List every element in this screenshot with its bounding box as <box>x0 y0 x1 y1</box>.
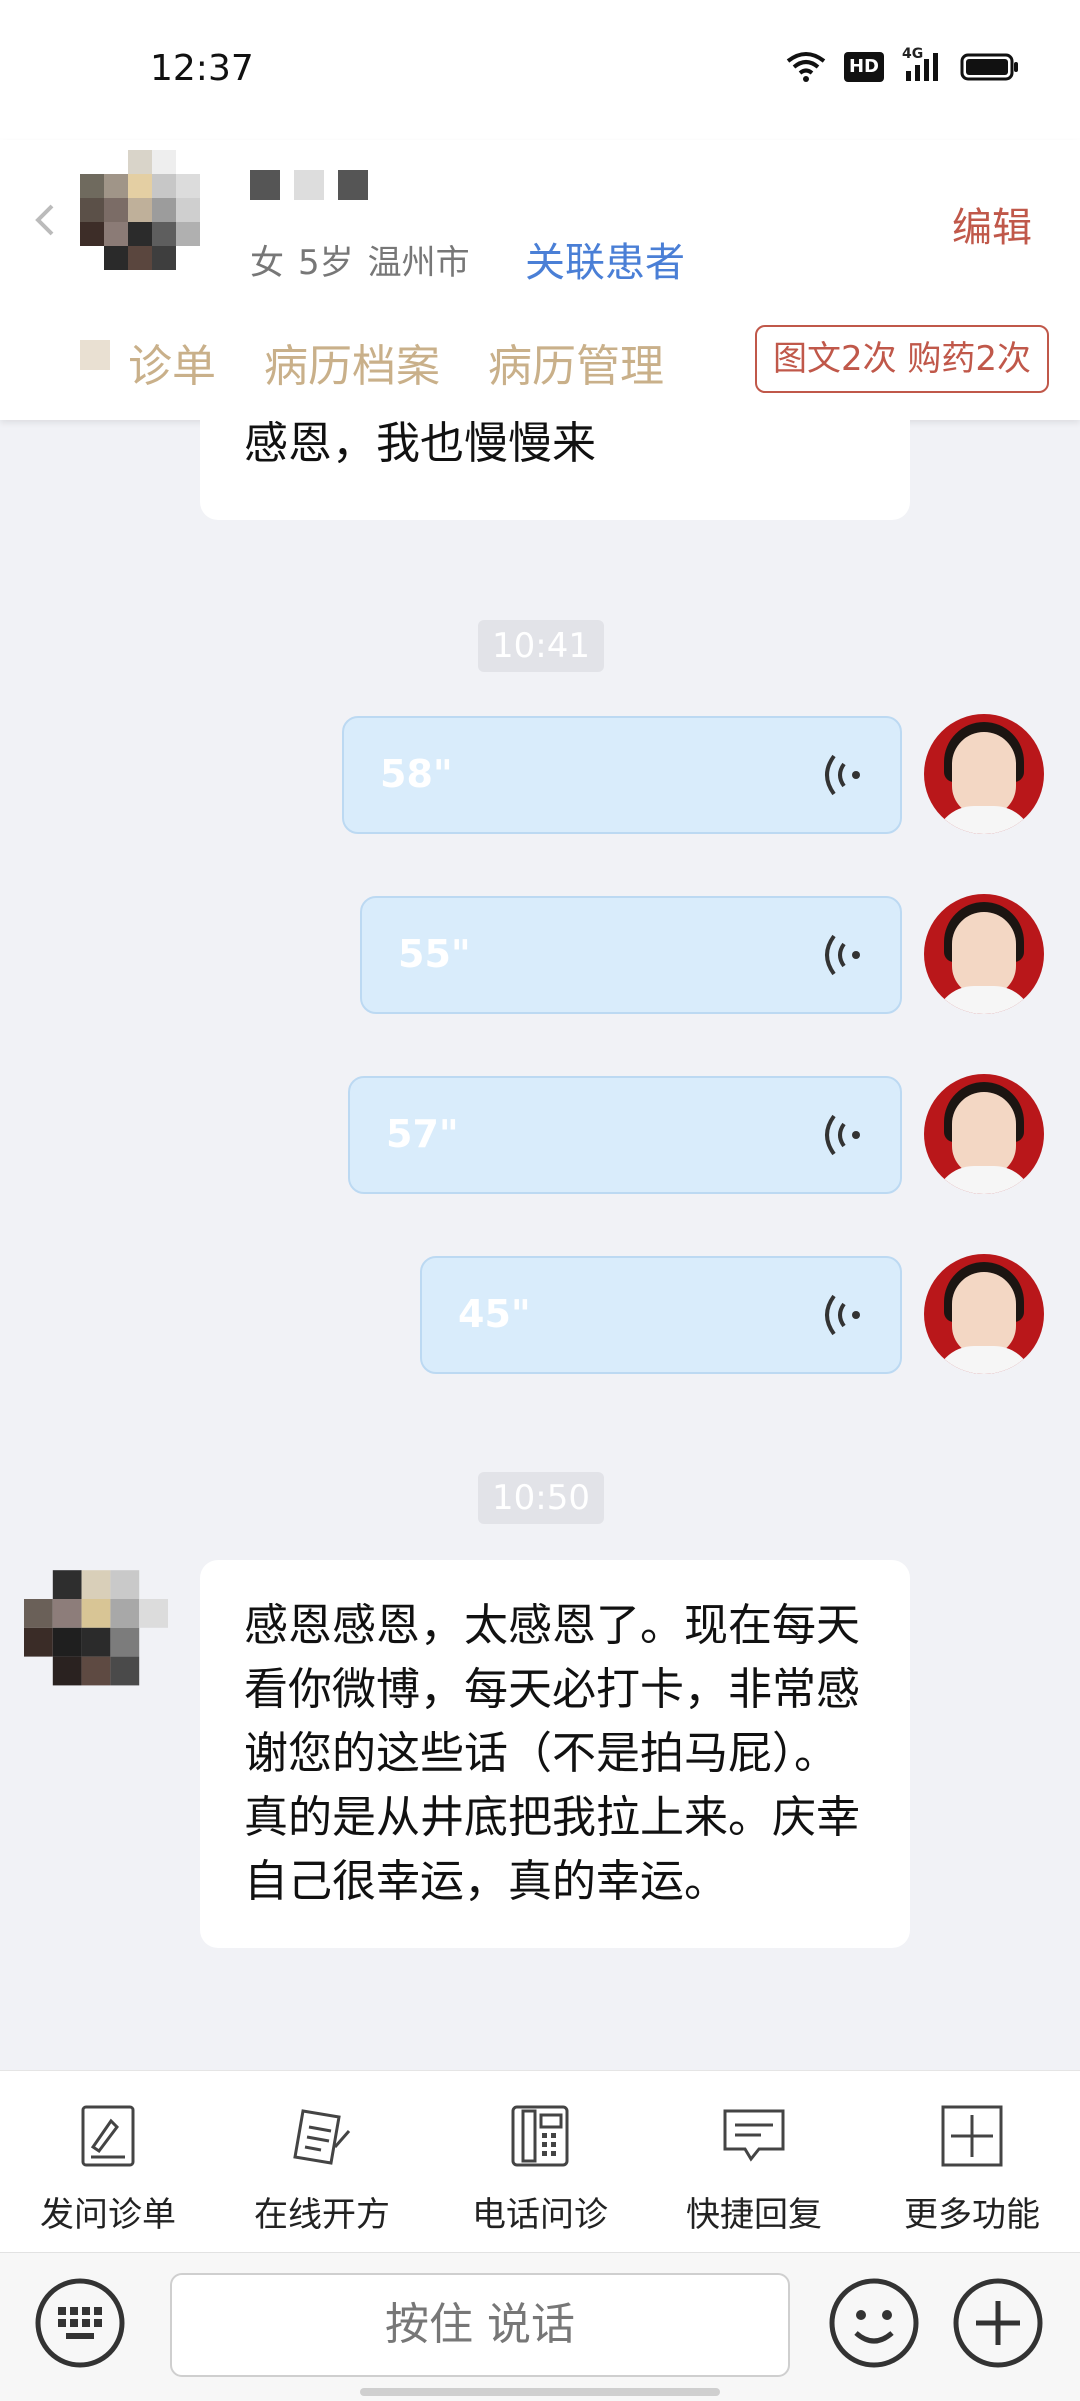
add-attachment-icon[interactable] <box>952 2277 1044 2369</box>
tab-medical-records[interactable]: 病历档案 <box>264 330 440 394</box>
voice-wave-icon <box>825 754 860 796</box>
patient-info: 女 5岁 温州市 <box>250 235 484 284</box>
link-patient-button[interactable]: 关联患者 <box>525 230 685 288</box>
status-bar: 12:37 HD 4G <box>0 0 1080 140</box>
tool-label: 快捷回复 <box>686 2195 822 2235</box>
tool-label: 更多功能 <box>904 2195 1040 2235</box>
voice-duration: 57" <box>386 1112 459 1156</box>
tool-label: 电话问诊 <box>472 2195 608 2235</box>
patient-header: 女 5岁 温州市 关联患者 编辑 诊单 病历档案 病历管理 图文2次 购药2次 <box>0 140 1080 420</box>
keyboard-toggle-icon[interactable] <box>34 2277 126 2369</box>
patient-city: 温州市 <box>367 243 470 283</box>
voice-duration: 58" <box>380 752 453 796</box>
hd-badge: HD <box>843 52 884 82</box>
voice-message[interactable]: 57" <box>348 1076 902 1194</box>
patient-age: 5岁 <box>298 243 354 283</box>
patient-message-bubble: 感恩感恩，太感恩了。现在每天看你微博，每天必打卡，非常感谢您的这些话（不是拍马屁… <box>200 1560 910 1948</box>
battery-icon <box>960 50 1020 84</box>
form-icon <box>81 2105 135 2167</box>
online-prescription-button[interactable]: 在线开方 <box>222 2101 422 2236</box>
voice-message[interactable]: 58" <box>342 716 902 834</box>
status-icons: HD 4G <box>786 46 1020 84</box>
patient-gender: 女 <box>250 243 284 283</box>
tool-label: 发问诊单 <box>40 2195 176 2235</box>
message-text: 感恩感恩，太感恩了。现在每天看你微博，每天必打卡，非常感谢您的这些话（不是拍马屁… <box>244 1600 860 1907</box>
signal-icon: 4G <box>902 46 942 84</box>
quick-reply-button[interactable]: 快捷回复 <box>654 2101 854 2236</box>
voice-duration: 55" <box>398 932 471 976</box>
redaction-block <box>80 340 110 370</box>
more-functions-button[interactable]: 更多功能 <box>872 2101 1072 2236</box>
header-tabs: 诊单 病历档案 病历管理 <box>80 330 664 394</box>
home-indicator[interactable] <box>360 2388 720 2396</box>
quick-reply-icon <box>723 2109 785 2162</box>
redaction-block <box>338 170 368 200</box>
quick-tools-bar: 发问诊单 在线开方 电话问诊 快捷回复 更多功能 <box>0 2070 1080 2253</box>
patient-avatar-pixelated[interactable] <box>80 150 224 294</box>
redaction-block <box>294 170 324 200</box>
tool-label: 在线开方 <box>254 2195 390 2235</box>
patient-avatar-small[interactable] <box>24 1570 168 1700</box>
phone-icon <box>511 2105 569 2167</box>
network-gen-label: 4G <box>902 46 924 62</box>
emoji-icon[interactable] <box>828 2277 920 2369</box>
doctor-avatar[interactable] <box>924 714 1044 834</box>
doctor-avatar[interactable] <box>924 1254 1044 1374</box>
consultation-stats-badge[interactable]: 图文2次 购药2次 <box>755 325 1049 393</box>
phone-consult-button[interactable]: 电话问诊 <box>440 2101 640 2236</box>
previous-message-bubble: 感恩，我也慢慢来 <box>200 420 910 520</box>
voice-wave-icon <box>825 1114 860 1156</box>
input-bar: 按住 说话 <box>0 2252 1080 2401</box>
back-icon[interactable] <box>26 200 66 240</box>
hold-to-talk-button[interactable]: 按住 说话 <box>170 2273 790 2377</box>
more-icon <box>941 2105 1003 2167</box>
edit-button[interactable]: 编辑 <box>952 195 1032 253</box>
send-form-button[interactable]: 发问诊单 <box>8 2101 208 2236</box>
chat-area[interactable]: 感恩，我也慢慢来 10:41 58" 55" 57" 45" 10:50 感恩感… <box>0 420 1080 2070</box>
tab-diagnosis-form[interactable]: 诊单 <box>128 330 216 394</box>
voice-wave-icon <box>825 934 860 976</box>
status-time: 12:37 <box>150 48 254 89</box>
wifi-icon <box>786 50 826 84</box>
tab-record-management[interactable]: 病历管理 <box>488 330 664 394</box>
timestamp: 10:50 <box>478 1472 604 1524</box>
doctor-avatar[interactable] <box>924 894 1044 1014</box>
timestamp: 10:41 <box>478 620 604 672</box>
redaction-block <box>250 170 280 200</box>
prescription-icon <box>293 2109 351 2165</box>
voice-wave-icon <box>825 1294 860 1336</box>
voice-message[interactable]: 45" <box>420 1256 902 1374</box>
voice-duration: 45" <box>458 1292 531 1336</box>
voice-message[interactable]: 55" <box>360 896 902 1014</box>
patient-name-redacted <box>250 170 368 200</box>
message-text: 感恩，我也慢慢来 <box>244 420 596 469</box>
doctor-avatar[interactable] <box>924 1074 1044 1194</box>
